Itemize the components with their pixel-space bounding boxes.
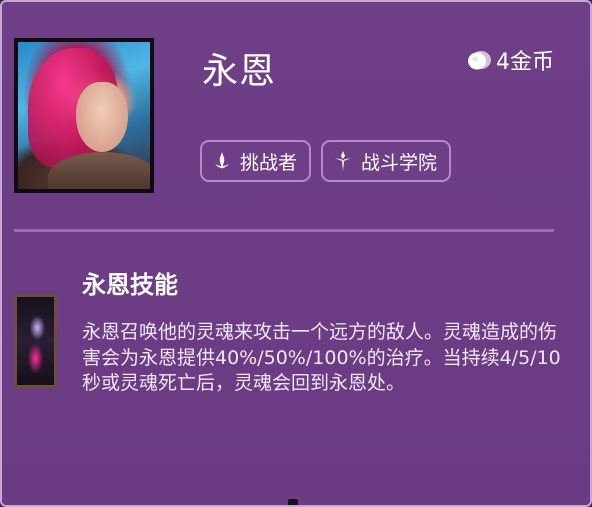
skill-description: 永恩召唤他的灵魂来攻击一个远方的敌人。灵魂造成的伤害会为永恩提供40%/50%/…: [82, 321, 561, 394]
trait-challenger[interactable]: 挑战者: [200, 140, 312, 182]
academy-trait-icon: [335, 151, 352, 171]
portrait-face: [76, 82, 128, 152]
champion-name: 永恩: [202, 51, 277, 92]
tooltip-pointer: [288, 499, 298, 505]
challenger-trait-icon: [215, 152, 229, 170]
champion-portrait: [14, 38, 154, 193]
section-divider: [14, 229, 554, 232]
champion-cost: 4金币: [466, 44, 554, 76]
cost-label: 4金币: [496, 50, 554, 75]
champion-info-card: 永恩 4金币 挑战者 战斗学院 永恩技能 永恩召唤他的灵魂来攻击一个远方的敌人。…: [0, 0, 592, 507]
trait-label: 战斗学院: [361, 151, 438, 174]
skill-icon: [14, 294, 57, 388]
coin-icon: [468, 51, 491, 70]
trait-list: 挑战者 战斗学院: [200, 140, 452, 182]
skill-title: 永恩技能: [82, 271, 178, 299]
portrait-armor: [48, 152, 150, 189]
trait-battle-academy[interactable]: 战斗学院: [321, 140, 452, 182]
trait-label: 挑战者: [240, 151, 298, 174]
